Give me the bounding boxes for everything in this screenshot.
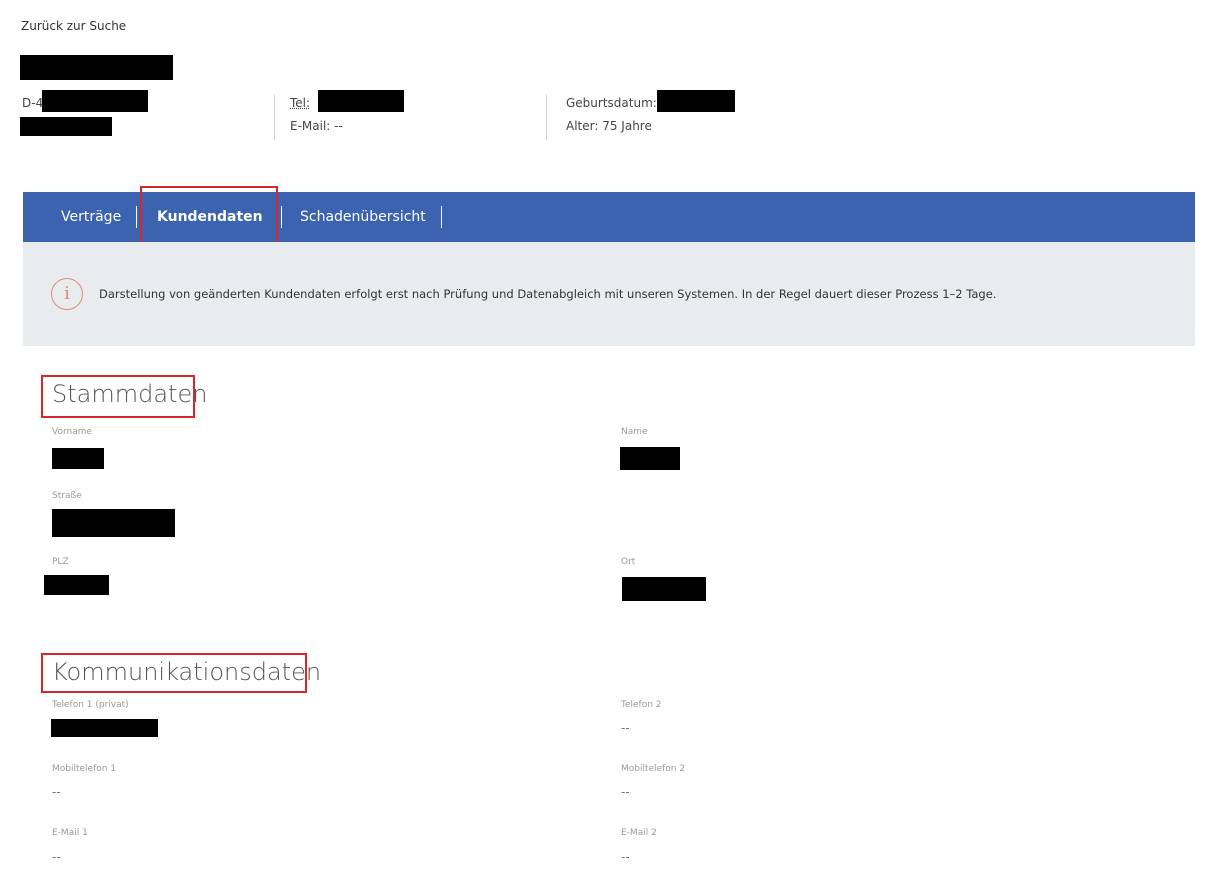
age-text: Alter: 75 Jahre: [566, 119, 652, 133]
tab-vertraege[interactable]: Verträge: [61, 192, 121, 242]
header-divider-1: [274, 95, 275, 140]
tab-separator: [281, 206, 282, 228]
email2-label: E-Mail 2: [621, 828, 657, 838]
tel-value-redacted: [318, 90, 404, 112]
email-header-text: E-Mail: --: [290, 119, 343, 133]
strasse-value-redacted: [52, 509, 175, 537]
back-to-search-link[interactable]: Zurück zur Suche: [21, 19, 126, 33]
tab-schadenuebersicht[interactable]: Schadenübersicht: [300, 192, 426, 242]
birthdate-value-redacted: [657, 90, 735, 112]
ort-value-redacted: [622, 577, 706, 601]
strasse-label: Straße: [52, 491, 82, 501]
tab-separator: [136, 206, 137, 228]
name-label: Name: [621, 427, 648, 437]
plz-value-redacted: [44, 575, 109, 595]
customer-name-redacted: [20, 55, 173, 80]
address-prefix: D-4: [22, 96, 44, 110]
info-notice: i Darstellung von geänderten Kundendaten…: [23, 242, 1195, 346]
email2-value: --: [621, 850, 630, 864]
customer-detail-page: Zurück zur Suche D-4 Tel: E-Mail: -- Geb…: [0, 0, 1211, 880]
stammdaten-highlight: [41, 375, 195, 418]
mobil1-value: --: [52, 785, 61, 799]
name-value-redacted: [620, 447, 680, 470]
telefon2-label: Telefon 2: [621, 700, 662, 710]
plz-label: PLZ: [52, 557, 69, 567]
vorname-label: Vorname: [52, 427, 93, 437]
tab-separator: [441, 206, 442, 228]
email1-value: --: [52, 850, 61, 864]
tel-label: Tel:: [290, 96, 311, 110]
address-line2-redacted: [20, 117, 112, 136]
mobil2-value: --: [621, 785, 630, 799]
active-tab-highlight: [140, 186, 278, 244]
info-circle-icon: i: [51, 278, 83, 310]
header-divider-2: [546, 95, 547, 140]
kommunikationsdaten-highlight: [41, 653, 307, 693]
telefon2-value: --: [621, 721, 630, 735]
address-line1-redacted: [42, 90, 148, 112]
email1-label: E-Mail 1: [52, 828, 88, 838]
mobil1-label: Mobiltelefon 1: [52, 764, 117, 774]
telefon1-value-redacted: [51, 719, 158, 737]
mobil2-label: Mobiltelefon 2: [621, 764, 686, 774]
vorname-value-redacted: [52, 448, 104, 469]
ort-label: Ort: [621, 557, 636, 567]
birthdate-label: Geburtsdatum:: [566, 96, 657, 110]
telefon1-label: Telefon 1 (privat): [52, 700, 129, 710]
info-notice-text: Darstellung von geänderten Kundendaten e…: [99, 287, 997, 301]
